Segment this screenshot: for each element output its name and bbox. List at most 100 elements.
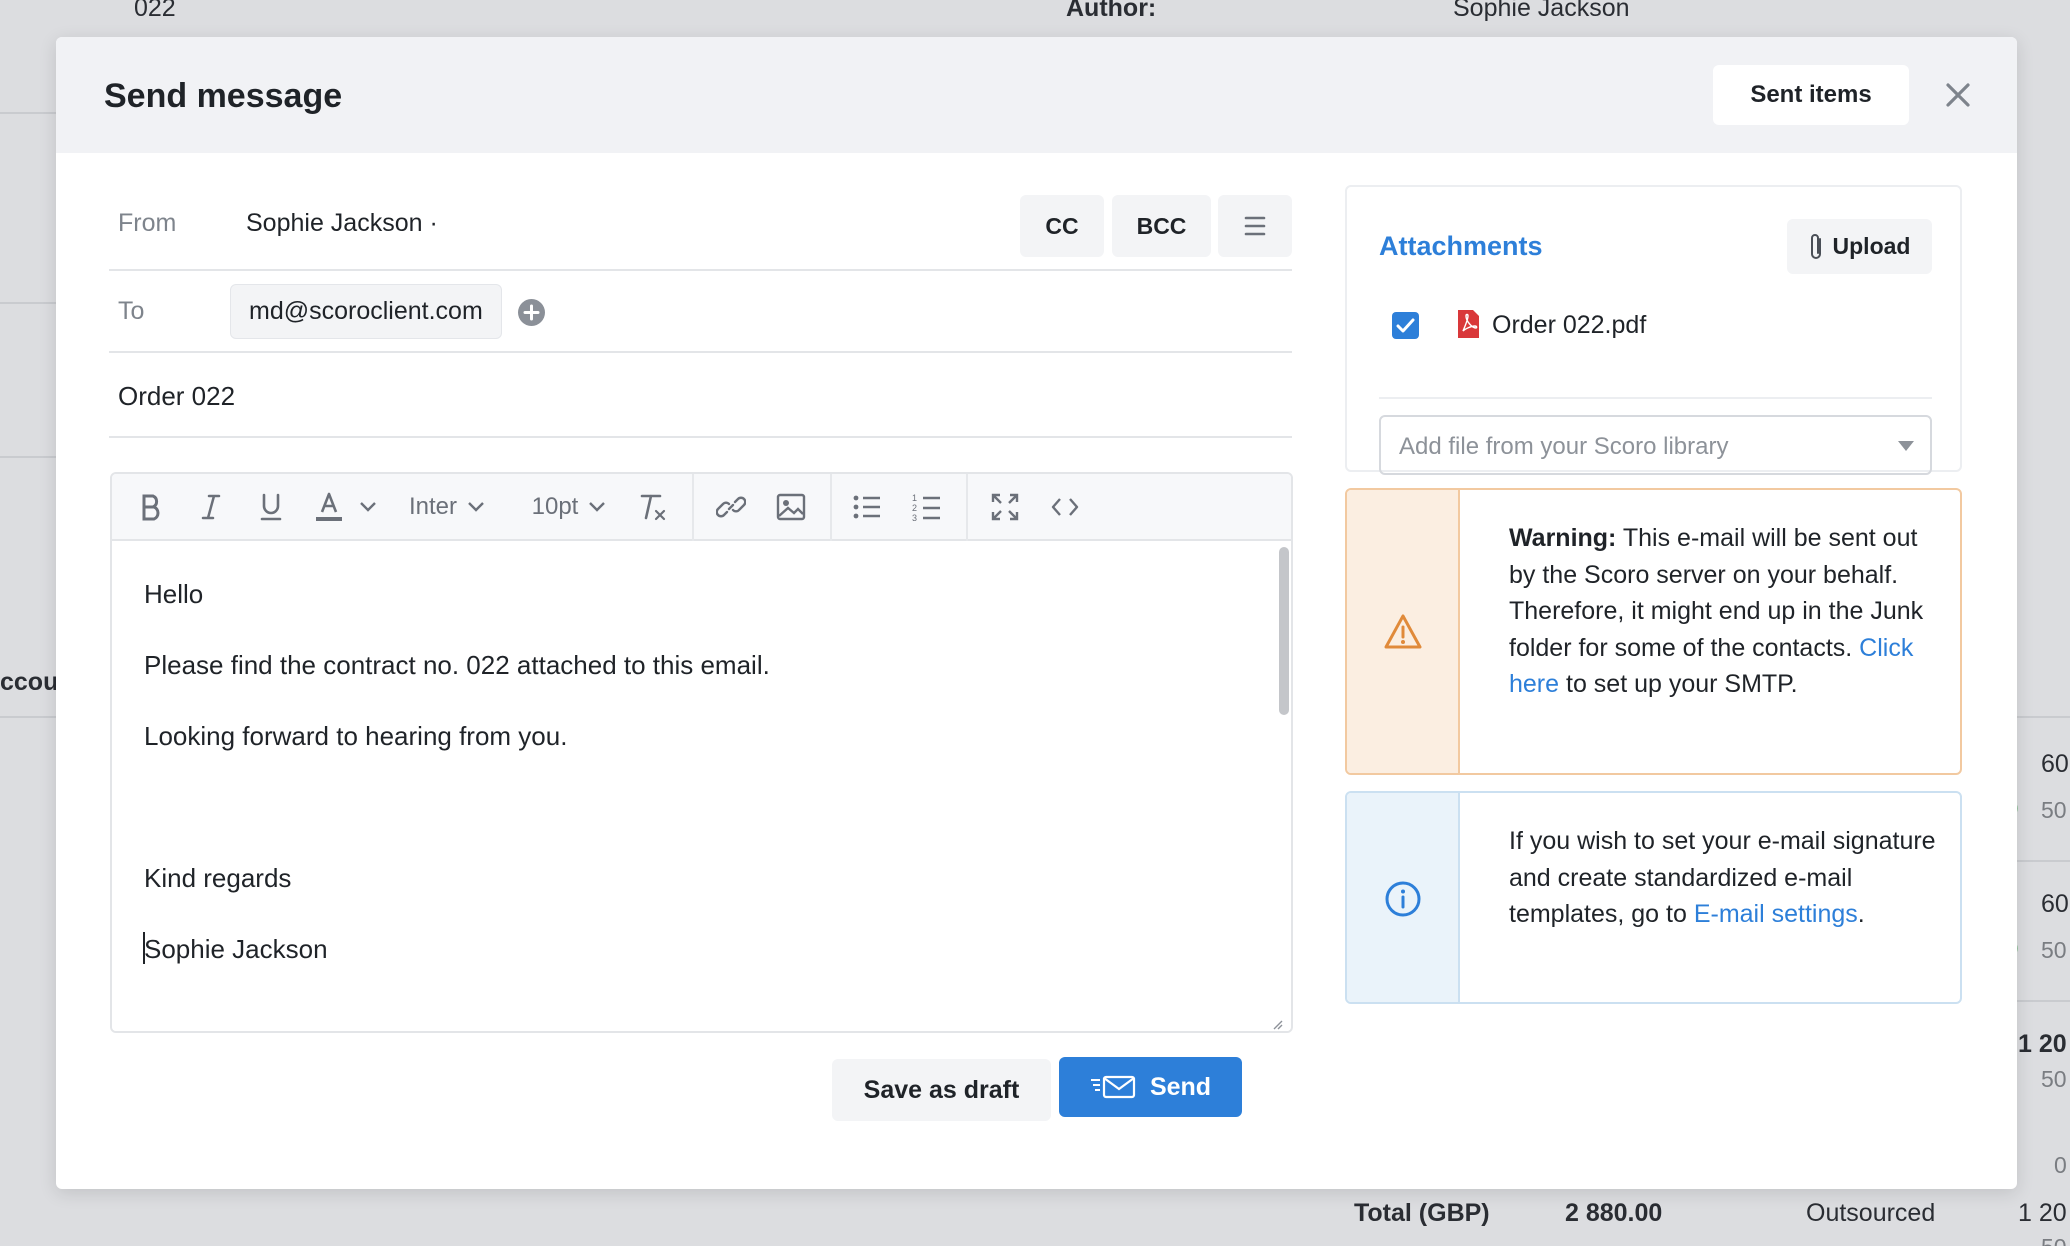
cc-button[interactable]: CC (1020, 195, 1104, 257)
divider (109, 351, 1292, 353)
warning-box: Warning: This e-mail will be sent out by… (1345, 488, 1962, 775)
divider (109, 436, 1292, 438)
font-family-value: Inter (408, 493, 458, 520)
italic-icon[interactable] (192, 488, 230, 526)
info-icon-strip (1347, 793, 1460, 1002)
bg-divider (2017, 860, 2070, 862)
chevron-down-icon (468, 502, 484, 512)
hamburger-icon[interactable] (1218, 195, 1292, 257)
sent-items-button[interactable]: Sent items (1713, 65, 1909, 125)
text-color-icon[interactable] (310, 488, 348, 526)
send-button[interactable]: Send (1059, 1057, 1242, 1117)
message-editor: Inter 10pt 123 Hello Please find the con… (110, 472, 1293, 1033)
attachment-checkbox[interactable] (1392, 312, 1419, 339)
pdf-icon (1456, 309, 1481, 339)
attachments-panel: Attachments Upload Order 022.pdf Add fil… (1345, 185, 1962, 475)
bg-value: 0 (2054, 1152, 2067, 1178)
bg-total-value: 2 880.00 (1565, 1199, 1663, 1227)
svg-text:2: 2 (912, 503, 917, 513)
warning-bold: Warning: (1509, 524, 1617, 552)
svg-text:3: 3 (912, 513, 917, 522)
resize-handle-icon[interactable] (1273, 1017, 1283, 1030)
bg-value: 1 20 (2018, 1030, 2067, 1058)
paperclip-icon (1810, 233, 1821, 259)
library-placeholder: Add file from your Scoro library (1399, 433, 1729, 460)
warning-triangle-icon (1384, 614, 1422, 649)
body-line: Kind regards (144, 863, 292, 893)
font-size-value: 10pt (531, 493, 579, 520)
chevron-down-icon (589, 502, 606, 512)
info-box: If you wish to set your e-mail signature… (1345, 791, 1962, 1004)
bg-divider (0, 112, 56, 114)
font-family-select[interactable]: Inter (402, 488, 492, 526)
fullscreen-icon[interactable] (986, 488, 1024, 526)
clear-format-icon[interactable] (634, 488, 672, 526)
dialog-header: Send message Sent items (56, 37, 2017, 153)
bg-divider (0, 716, 56, 718)
divider (109, 269, 1292, 271)
bullet-list-icon[interactable] (848, 488, 886, 526)
body-line: Hello (144, 579, 204, 609)
body-line: Looking forward to hearing from you. (144, 721, 568, 751)
bg-total-type: Outsourced (1806, 1199, 1936, 1227)
info-body-end: . (1857, 900, 1865, 928)
editor-content[interactable]: Hello Please find the contract no. 022 a… (112, 543, 1291, 1031)
bold-icon[interactable] (132, 488, 170, 526)
bcc-button[interactable]: BCC (1112, 195, 1211, 257)
warning-text: Warning: This e-mail will be sent out by… (1509, 520, 1939, 703)
body-line: Please find the contract no. 022 attache… (144, 650, 770, 680)
attachments-title: Attachments (1379, 231, 1543, 261)
toolbar-separator (830, 474, 832, 541)
numbered-list-icon[interactable]: 123 (908, 488, 946, 526)
bg-divider (0, 302, 56, 304)
bg-value: 60 (2041, 750, 2069, 778)
close-icon[interactable] (1936, 73, 1980, 117)
font-size-select[interactable]: 10pt (524, 488, 614, 526)
editor-toolbar: Inter 10pt 123 (112, 474, 1291, 541)
upload-button[interactable]: Upload (1787, 219, 1932, 274)
bg-value: 50 (2041, 1066, 2067, 1092)
from-select[interactable]: Sophie Jackson · (246, 209, 438, 238)
body-line: Sophie Jackson (144, 934, 328, 964)
recipient-chip[interactable]: md@scoroclient.com (230, 284, 502, 339)
email-settings-link[interactable]: E-mail settings (1694, 900, 1858, 928)
send-mail-icon (1090, 1075, 1136, 1099)
link-icon[interactable] (712, 488, 750, 526)
underline-icon[interactable] (252, 488, 290, 526)
warning-icon-strip (1347, 490, 1460, 773)
bg-value: 1 20 (2018, 1199, 2067, 1227)
dialog-title: Send message (104, 77, 343, 115)
to-label: To (118, 297, 145, 325)
bg-author-label: Author: (1066, 0, 1157, 22)
from-label: From (118, 209, 177, 237)
chevron-down-icon[interactable] (356, 488, 380, 526)
toolbar-separator (692, 474, 694, 541)
code-icon[interactable] (1046, 488, 1084, 526)
save-draft-button[interactable]: Save as draft (832, 1059, 1051, 1121)
bg-divider (0, 456, 56, 458)
caret-down-icon (1898, 441, 1914, 451)
subject-input[interactable]: Order 022 (118, 381, 235, 412)
plus-circle-icon[interactable] (518, 299, 545, 326)
send-message-dialog: Send message Sent items From Sophie Jack… (56, 37, 2017, 1189)
bg-divider (2017, 1000, 2070, 1002)
send-label: Send (1149, 1072, 1212, 1101)
divider (1379, 397, 1932, 399)
text-caret (143, 932, 145, 964)
bg-value: 50 (2041, 797, 2067, 823)
editor-scrollbar[interactable] (1279, 547, 1289, 715)
upload-label: Upload (1832, 233, 1911, 259)
svg-text:1: 1 (912, 493, 917, 503)
bg-value: 60 (2041, 890, 2069, 918)
info-circle-icon (1385, 881, 1421, 917)
bg-value: 50 (2041, 937, 2067, 963)
bg-account-fragment: ccou (0, 668, 59, 696)
library-file-select[interactable]: Add file from your Scoro library (1379, 415, 1932, 475)
toolbar-separator (966, 474, 968, 541)
attachment-file-name[interactable]: Order 022.pdf (1492, 311, 1646, 340)
image-icon[interactable] (772, 488, 810, 526)
bg-total-label: Total (GBP) (1354, 1199, 1490, 1227)
bg-value: 50 (2041, 1234, 2067, 1246)
info-text: If you wish to set your e-mail signature… (1509, 823, 1939, 933)
bg-divider (2017, 716, 2070, 718)
